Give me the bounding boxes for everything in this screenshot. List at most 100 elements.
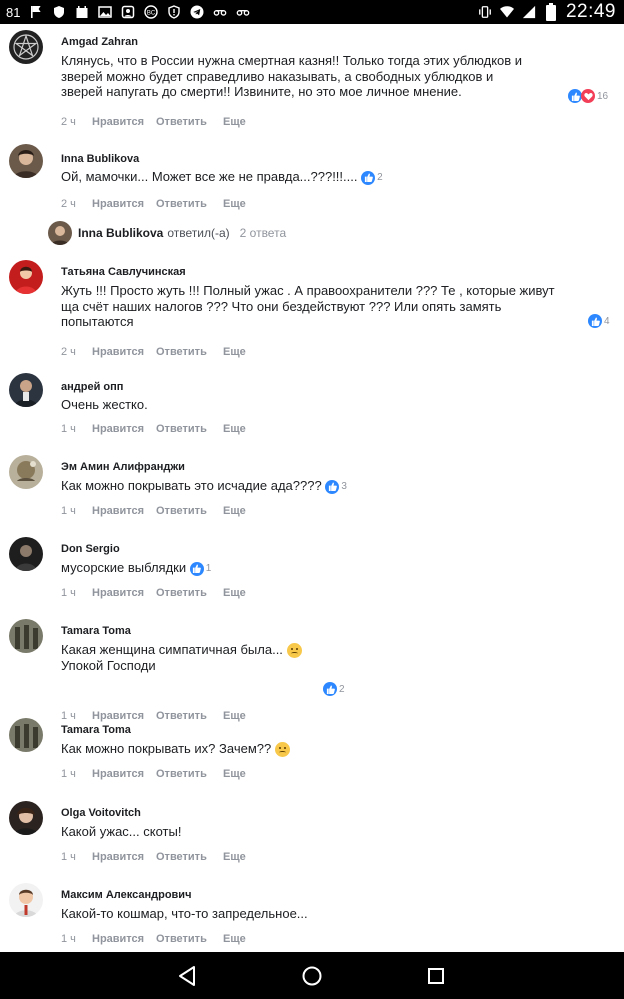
navigation-bar bbox=[0, 952, 624, 999]
more-button[interactable]: Еще bbox=[223, 423, 246, 435]
avatar[interactable] bbox=[9, 144, 43, 178]
reply-button[interactable]: Ответить bbox=[156, 423, 223, 435]
avatar[interactable] bbox=[9, 883, 43, 917]
comment-line: Клянусь, что в России нужна смертная каз… bbox=[61, 53, 523, 68]
flag-icon bbox=[29, 5, 43, 19]
like-button[interactable]: Нравится bbox=[92, 933, 156, 945]
comment-author[interactable]: андрей опп bbox=[61, 381, 123, 393]
comment-actions: 1 ч Нравится Ответить Еще bbox=[61, 933, 246, 945]
more-button[interactable]: Еще bbox=[223, 933, 246, 945]
comment-line: Какая женщина симпатичная была... bbox=[61, 642, 283, 657]
comment-text: Жуть !!! Просто жуть !!! Полный ужас . А… bbox=[61, 283, 591, 330]
status-left-text: 81 bbox=[6, 4, 21, 20]
comment-time[interactable]: 1 ч bbox=[61, 851, 92, 863]
like-button[interactable]: Нравится bbox=[92, 346, 156, 358]
comment-author[interactable]: Don Sergio bbox=[61, 543, 120, 555]
comment-author[interactable]: Эм Амин Алифранджи bbox=[61, 461, 185, 473]
comment-actions: 1 ч Нравится Ответить Еще bbox=[61, 710, 246, 722]
calendar-icon bbox=[75, 5, 89, 19]
comment-author[interactable]: Olga Voitovitch bbox=[61, 807, 141, 819]
avatar[interactable] bbox=[9, 260, 43, 294]
reply-button[interactable]: Ответить bbox=[156, 587, 223, 599]
reply-button[interactable]: Ответить bbox=[156, 851, 223, 863]
comment-time[interactable]: 1 ч bbox=[61, 933, 92, 945]
comment-author[interactable]: Tamara Toma bbox=[61, 724, 131, 736]
reply-button[interactable]: Ответить bbox=[156, 710, 223, 722]
bc-icon: BC bbox=[144, 5, 159, 19]
comment-time[interactable]: 2 ч bbox=[61, 346, 92, 358]
status-time: 22:49 bbox=[565, 1, 616, 22]
like-button[interactable]: Нравится bbox=[92, 505, 156, 517]
more-button[interactable]: Еще bbox=[223, 505, 246, 517]
comment-author[interactable]: Amgad Zahran bbox=[61, 36, 138, 48]
comment-time[interactable]: 1 ч bbox=[61, 505, 92, 517]
recents-icon bbox=[428, 968, 444, 984]
view-replies-link[interactable]: Inna Bublikova ответил(-а) 2 ответа bbox=[48, 221, 286, 245]
reply-button[interactable]: Ответить bbox=[156, 198, 223, 210]
avatar[interactable] bbox=[9, 30, 43, 64]
comment-actions: 2 ч Нравится Ответить Еще bbox=[61, 198, 246, 210]
comment-text: Клянусь, что в России нужна смертная каз… bbox=[61, 53, 581, 100]
like-button[interactable]: Нравится bbox=[92, 851, 156, 863]
comment-time[interactable]: 1 ч bbox=[61, 710, 92, 722]
comment-time[interactable]: 2 ч bbox=[61, 198, 92, 210]
reaction-summary[interactable]: 2 bbox=[323, 682, 345, 696]
reaction-summary[interactable]: 4 bbox=[588, 314, 610, 328]
comment-author[interactable]: Inna Bublikova bbox=[61, 153, 139, 165]
avatar[interactable] bbox=[9, 373, 43, 407]
avatar[interactable] bbox=[9, 801, 43, 835]
comment-line: Упокой Господи bbox=[61, 658, 156, 674]
reply-button[interactable]: Ответить bbox=[156, 933, 223, 945]
comment-time[interactable]: 1 ч bbox=[61, 587, 92, 599]
comment-line: попытаются bbox=[61, 314, 134, 329]
like-button[interactable]: Нравится bbox=[92, 587, 156, 599]
comment-time[interactable]: 1 ч bbox=[61, 768, 92, 780]
avatar[interactable] bbox=[9, 718, 43, 752]
comment-text: Какая женщина симпатичная была... Упокой… bbox=[61, 642, 361, 674]
like-button[interactable]: Нравится bbox=[92, 768, 156, 780]
comment-time[interactable]: 2 ч bbox=[61, 116, 92, 128]
image-icon bbox=[98, 5, 113, 19]
link-icon bbox=[213, 5, 227, 19]
more-button[interactable]: Еще bbox=[223, 768, 246, 780]
shield-alert-icon bbox=[167, 5, 181, 19]
more-button[interactable]: Еще bbox=[223, 346, 246, 358]
comment-time[interactable]: 1 ч bbox=[61, 423, 92, 435]
reply-button[interactable]: Ответить bbox=[156, 768, 223, 780]
svg-text:BC: BC bbox=[147, 11, 156, 17]
comment-line: Очень жестко. bbox=[61, 397, 148, 412]
reaction-summary[interactable]: 16 bbox=[568, 89, 608, 103]
like-button[interactable]: Нравится bbox=[92, 710, 156, 722]
reaction-summary[interactable]: 3 bbox=[325, 479, 347, 495]
avatar[interactable] bbox=[9, 619, 43, 653]
back-button[interactable] bbox=[175, 964, 199, 988]
comment-text: Как можно покрывать это исчадие ада???? … bbox=[61, 478, 347, 494]
more-button[interactable]: Еще bbox=[223, 710, 246, 722]
more-button[interactable]: Еще bbox=[223, 198, 246, 210]
comment-line: зверей напугать до смерти!! Извините, но… bbox=[61, 84, 462, 99]
recents-button[interactable] bbox=[424, 964, 448, 988]
reply-button[interactable]: Ответить bbox=[156, 346, 223, 358]
reply-button[interactable]: Ответить bbox=[156, 116, 223, 128]
more-button[interactable]: Еще bbox=[223, 116, 246, 128]
comment-line: Какой ужас... скоты! bbox=[61, 824, 182, 839]
love-icon bbox=[581, 89, 595, 103]
like-button[interactable]: Нравится bbox=[92, 116, 156, 128]
reaction-count: 3 bbox=[341, 480, 347, 492]
comment-author[interactable]: Tamara Toma bbox=[61, 625, 131, 637]
home-button[interactable] bbox=[300, 964, 324, 988]
more-button[interactable]: Еще bbox=[223, 587, 246, 599]
more-button[interactable]: Еще bbox=[223, 851, 246, 863]
avatar[interactable] bbox=[9, 537, 43, 571]
comment-line: ща счёт наших налогов ??? Что они бездей… bbox=[61, 298, 502, 314]
reaction-summary[interactable]: 1 bbox=[189, 561, 211, 577]
reaction-summary[interactable]: 2 bbox=[361, 170, 383, 186]
like-button[interactable]: Нравится bbox=[92, 198, 156, 210]
comment-author[interactable]: Татьяна Савлучинская bbox=[61, 266, 186, 278]
avatar[interactable] bbox=[9, 455, 43, 489]
like-icon bbox=[361, 170, 376, 185]
reply-button[interactable]: Ответить bbox=[156, 505, 223, 517]
comment-author[interactable]: Максим Александрович bbox=[61, 889, 191, 901]
like-icon bbox=[588, 314, 602, 328]
like-button[interactable]: Нравится bbox=[92, 423, 156, 435]
